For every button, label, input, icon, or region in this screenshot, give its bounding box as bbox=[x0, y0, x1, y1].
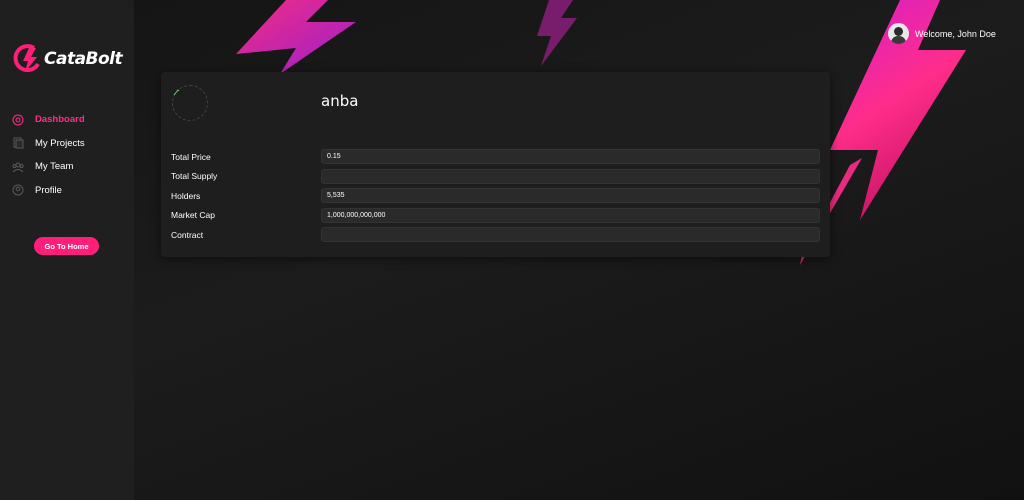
field-label: Contract bbox=[171, 229, 204, 240]
contract-field[interactable] bbox=[321, 227, 820, 243]
brand-logo[interactable]: CataBolt bbox=[12, 42, 123, 76]
sidebar-item-dashboard[interactable]: Dashboard bbox=[12, 108, 85, 132]
field-contract: Contract bbox=[171, 225, 820, 245]
field-total-supply: Total Supply bbox=[171, 167, 820, 187]
sidebar-nav: Dashboard My Projects My Team Profile bbox=[12, 108, 85, 202]
brand-name: CataBolt bbox=[44, 49, 123, 69]
holders-field[interactable]: 5,535 bbox=[321, 188, 820, 204]
sidebar: CataBolt Dashboard My Projects My Team P… bbox=[0, 0, 134, 500]
total-price-field[interactable]: 0.15 bbox=[321, 149, 820, 165]
profile-icon bbox=[12, 184, 24, 196]
welcome-text: Welcome, John Doe bbox=[915, 28, 996, 39]
market-cap-field[interactable]: 1,000,000,000,000 bbox=[321, 207, 820, 223]
user-menu[interactable]: Welcome, John Doe bbox=[888, 23, 996, 44]
field-label: Holders bbox=[171, 190, 201, 201]
go-to-home-button[interactable]: Go To Home bbox=[34, 237, 99, 255]
field-label: Market Cap bbox=[171, 210, 215, 221]
sidebar-item-my-team[interactable]: My Team bbox=[12, 155, 85, 179]
field-market-cap: Market Cap 1,000,000,000,000 bbox=[171, 206, 820, 226]
sidebar-item-profile[interactable]: Profile bbox=[12, 179, 85, 203]
broken-image-icon bbox=[173, 89, 180, 96]
token-image bbox=[172, 85, 208, 121]
sidebar-item-label: My Team bbox=[35, 161, 74, 173]
user-avatar-icon bbox=[888, 23, 909, 44]
field-label: Total Supply bbox=[171, 171, 218, 182]
total-supply-field[interactable] bbox=[321, 168, 820, 184]
catabolt-logo-icon bbox=[13, 44, 40, 73]
sidebar-item-my-projects[interactable]: My Projects bbox=[12, 132, 85, 156]
team-icon bbox=[12, 162, 24, 173]
lightning-bolt-decoration bbox=[537, 0, 577, 66]
sidebar-item-label: Dashboard bbox=[35, 114, 85, 126]
field-holders: Holders 5,535 bbox=[171, 186, 820, 206]
dashboard-icon bbox=[12, 114, 24, 126]
field-total-price: Total Price 0.15 bbox=[171, 147, 820, 167]
token-details: Total Price 0.15 Total Supply Holders 5,… bbox=[171, 147, 820, 245]
field-label: Total Price bbox=[171, 151, 211, 162]
lightning-bolt-decoration bbox=[236, 0, 356, 74]
token-card: anba Total Price 0.15 Total Supply Holde… bbox=[161, 72, 830, 257]
projects-icon bbox=[13, 137, 24, 149]
sidebar-item-label: My Projects bbox=[35, 137, 85, 149]
sidebar-item-label: Profile bbox=[35, 184, 62, 196]
token-name: anba bbox=[321, 92, 359, 110]
